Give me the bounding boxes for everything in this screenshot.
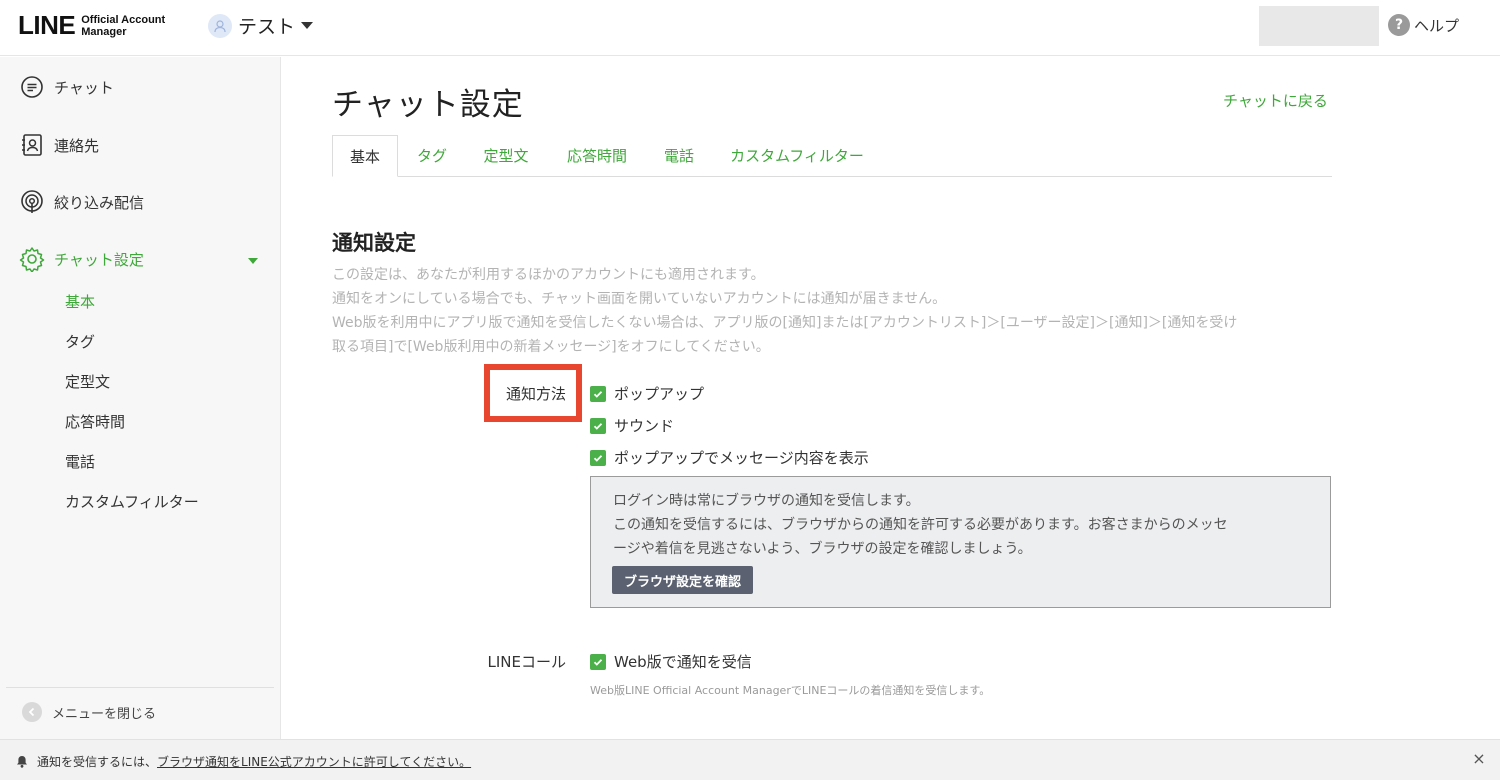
browser-notification-info: ログイン時は常にブラウザの通知を受信します。 この通知を受信するには、ブラウザか… [590,476,1331,608]
section-description: この設定は、あなたが利用するほかのアカウントにも適用されます。 通知をオンにして… [332,263,1332,359]
checkmark-icon [590,449,606,466]
logo-subtitle-line2: Manager [81,25,127,38]
chevron-left-icon [22,702,42,722]
notification-permission-bar: 通知を受信するには、ブラウザ通知をLINE公式アカウントに許可してください。 × [0,739,1500,780]
checkbox-web-call-notify[interactable]: Web版で通知を受信 [590,651,752,672]
checkbox-popup-content[interactable]: ポップアップでメッセージ内容を表示 [590,447,869,468]
top-header: LINE Official Account Manager テスト ? ヘルプ [0,0,1500,56]
checkmark-icon [590,385,606,402]
description-line: この設定は、あなたが利用するほかのアカウントにも適用されます。 [332,267,765,283]
sidebar-subitem-custom-filter[interactable]: カスタムフィルター [65,491,199,512]
back-to-chat-link[interactable]: チャットに戻る [1223,90,1328,111]
tab-phone[interactable]: 電話 [657,135,701,177]
logo-subtitle-line1: Official Account [81,13,166,26]
checkbox-label: サウンド [614,417,675,435]
sidebar: チャット 連絡先 絞り込み配信 チャット設定 基本 タグ 定型文 応答時間 電話… [0,57,281,739]
tab-custom-filter[interactable]: カスタムフィルター [722,135,872,177]
account-switcher[interactable]: テスト [208,12,314,39]
allow-browser-notification-link[interactable]: ブラウザ通知をLINE公式アカウントに許可してください。 [157,755,471,769]
settings-tabs: 基本 タグ 定型文 応答時間 電話 カスタムフィルター [332,135,1332,177]
sidebar-item-label: 絞り込み配信 [54,193,145,212]
line-oa-logo[interactable]: LINE Official Account Manager [18,10,165,41]
gear-icon [18,245,46,273]
description-line: 取る項目]で[Web版利用中の新着メッセージ]をオフにしてください。 [332,339,770,355]
chevron-down-icon [301,22,314,29]
line-call-label: LINEコール [487,653,566,671]
account-name: テスト [238,16,296,38]
notify-method-label: 通知方法 [505,385,566,403]
logo-wordmark: LINE [18,10,76,40]
info-line: ージや着信を見逃さないよう、ブラウザの設定を確認しましょう。 [613,541,1032,557]
chevron-down-icon[interactable] [248,258,258,264]
checkmark-icon [590,417,606,434]
description-line: 通知をオンにしている場合でも、チャット画面を開いていないアカウントには通知が届き… [332,291,947,307]
checkbox-label: ポップアップでメッセージ内容を表示 [614,449,869,467]
contacts-icon [18,131,46,159]
sidebar-item-contacts[interactable]: 連絡先 [18,131,99,159]
info-text: ログイン時は常にブラウザの通知を受信します。 この通知を受信するには、ブラウザか… [613,489,1313,561]
page-title: チャット設定 [332,87,524,123]
permission-message-prefix: 通知を受信するには、 [37,755,158,769]
sidebar-item-label: 連絡先 [54,136,100,155]
info-line: この通知を受信するには、ブラウザからの通知を許可する必要があります。お客さまから… [613,517,1228,533]
chat-icon [18,73,46,101]
checkbox-sound[interactable]: サウンド [590,415,674,436]
tab-tags[interactable]: タグ [410,135,454,177]
checkbox-label: ポップアップ [614,385,705,403]
check-browser-settings-button[interactable]: ブラウザ設定を確認 [612,566,753,594]
header-placeholder-box [1259,6,1379,46]
checkbox-popup[interactable]: ポップアップ [590,383,704,404]
logo-subtitle: Official Account Manager [81,14,165,38]
sidebar-subitem-response-hours[interactable]: 応答時間 [65,411,125,432]
info-line: ログイン時は常にブラウザの通知を受信します。 [613,493,920,509]
help-button[interactable]: ? ヘルプ [1388,14,1459,36]
sidebar-item-broadcast[interactable]: 絞り込み配信 [18,188,144,216]
sidebar-divider [6,687,274,688]
permission-message: 通知を受信するには、ブラウザ通知をLINE公式アカウントに許可してください。 [37,753,471,770]
tab-templates[interactable]: 定型文 [475,135,537,177]
line-call-note: Web版LINE Official Account ManagerでLINEコー… [590,684,991,697]
help-icon: ? [1388,14,1410,36]
account-avatar-icon [208,13,232,38]
help-label: ヘルプ [1414,16,1460,35]
checkmark-icon [590,653,606,670]
close-menu-label: メニューを閉じる [52,706,157,722]
description-line: Web版を利用中にアプリ版で通知を受信したくない場合は、アプリ版の[通知]または… [332,315,1238,331]
checkbox-label: Web版で通知を受信 [614,653,752,671]
section-title: 通知設定 [332,231,416,255]
sidebar-item-chat-settings[interactable]: チャット設定 [18,245,144,273]
main-content: チャット設定 チャットに戻る 基本 タグ 定型文 応答時間 電話 カスタムフィル… [282,57,1500,739]
tab-response-hours[interactable]: 応答時間 [558,135,636,177]
sidebar-subitem-phone[interactable]: 電話 [65,451,95,472]
sidebar-item-label: チャット設定 [54,250,144,269]
broadcast-icon [18,188,46,216]
sidebar-item-label: チャット [54,78,114,97]
sidebar-subitem-basic[interactable]: 基本 [65,291,95,312]
sidebar-subitem-tags[interactable]: タグ [65,331,95,352]
close-icon[interactable]: × [1469,749,1489,769]
bell-icon [16,753,28,772]
sidebar-subitem-templates[interactable]: 定型文 [65,371,110,392]
sidebar-item-chat[interactable]: チャット [18,73,114,101]
tab-basic[interactable]: 基本 [332,135,398,177]
close-menu-button[interactable]: メニューを閉じる [22,702,156,722]
